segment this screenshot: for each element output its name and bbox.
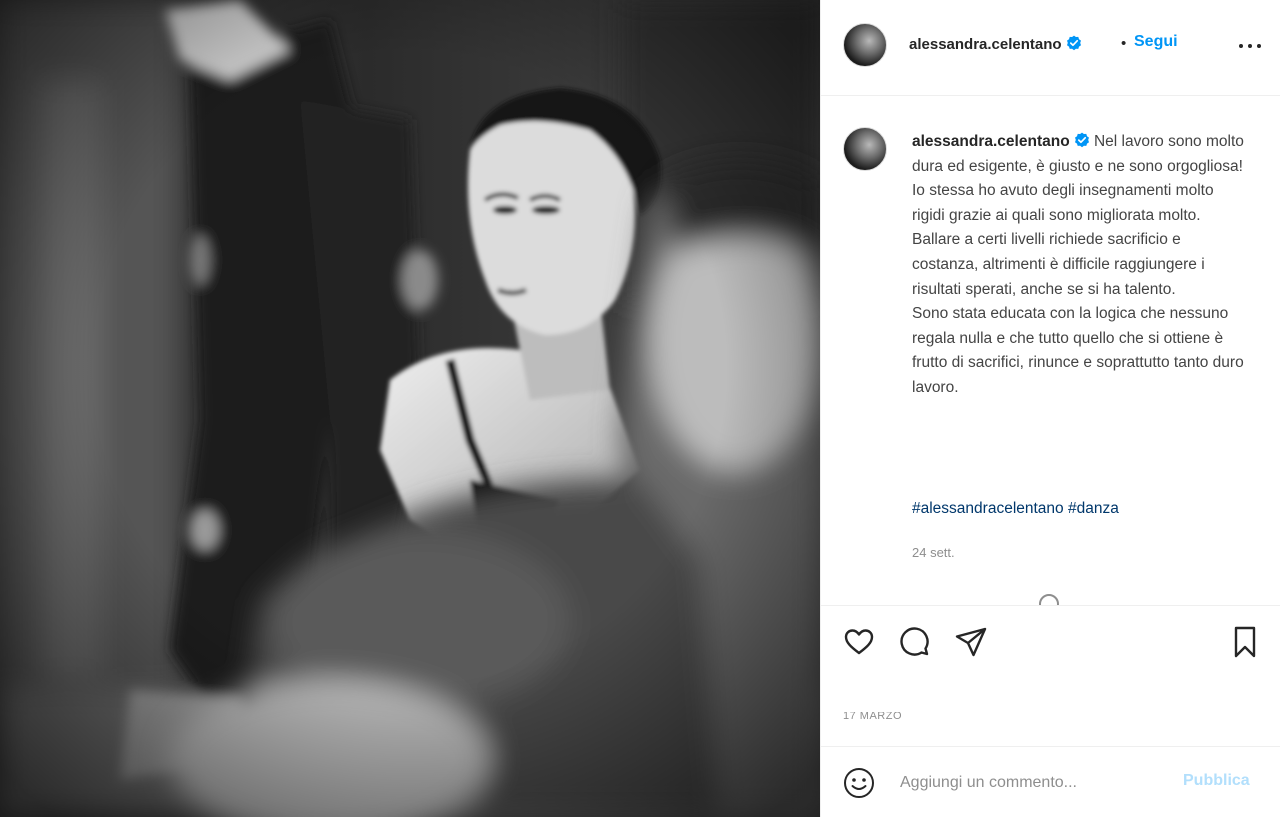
separator-dot: • [1121,35,1127,52]
action-bar [821,605,1280,675]
more-options-icon[interactable] [1237,36,1265,56]
comments-area[interactable]: alessandra.celentano Nel lavoro sono mol… [821,97,1280,605]
verified-badge-icon [1074,132,1089,148]
hashtag-link[interactable]: #danza [1068,500,1119,517]
post-header: alessandra.celentano • Segui [821,0,1280,96]
verified-badge-icon [1066,35,1081,51]
comment-input[interactable] [898,769,1172,797]
follow-button[interactable]: Segui [1134,33,1178,51]
caption-username-link[interactable]: alessandra.celentano [912,132,1090,150]
caption-username: alessandra.celentano [912,133,1070,150]
add-comment-bar: Pubblica [821,746,1280,817]
post-sidebar: alessandra.celentano • Segui alessandra.… [820,0,1280,817]
username-link[interactable]: alessandra.celentano [909,35,1082,53]
publish-button[interactable]: Pubblica [1183,772,1250,790]
post-date: 17 MARZO [843,712,903,722]
post-caption: alessandra.celentano Nel lavoro sono mol… [912,130,1247,401]
hashtag-link[interactable]: #alessandracelentano [912,500,1064,517]
hashtags: #alessandracelentano #danza [912,500,1119,518]
caption-avatar[interactable] [843,127,887,171]
post-dialog: alessandra.celentano • Segui alessandra.… [0,0,1280,817]
bookmark-icon[interactable] [1227,624,1263,660]
post-image [0,0,820,817]
post-photo[interactable] [0,0,820,817]
scroll-peek-icon [1039,594,1059,605]
avatar[interactable] [843,23,887,67]
share-icon[interactable] [953,624,989,660]
comment-icon[interactable] [897,624,933,660]
heart-icon[interactable] [841,624,877,660]
caption-text: Nel lavoro sono molto dura ed esigente, … [912,133,1244,396]
caption-timestamp: 24 sett. [912,545,955,560]
username-text: alessandra.celentano [909,36,1062,53]
emoji-icon[interactable] [843,767,875,799]
